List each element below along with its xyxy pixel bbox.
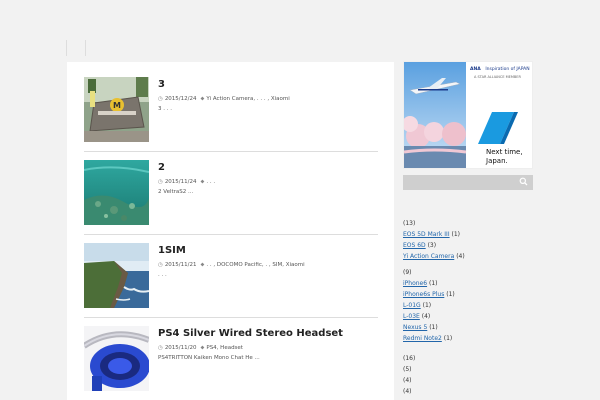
ad-headline-line: Next time, xyxy=(486,148,523,156)
category-count: (16) xyxy=(403,355,416,362)
post-tags[interactable]: Yi Action Camera, . . . , Xiaomi xyxy=(206,96,289,102)
category-widget: (9) iPhone6 (1) iPhone6s Plus (1) L-01G … xyxy=(403,267,455,344)
site-logo-area[interactable] xyxy=(66,40,86,56)
category-count: (4) xyxy=(421,313,431,320)
category-widget: (13) EOS 5D Mark III (1) EOS 6D (3) Yi A… xyxy=(403,218,465,262)
post-title[interactable]: 1SIM xyxy=(158,245,186,256)
category-link[interactable]: Yi Action Camera xyxy=(403,253,454,260)
category-count: (1) xyxy=(451,231,461,238)
category-count: (4) xyxy=(403,388,412,395)
ad-headline-line: Japan. xyxy=(486,157,508,165)
post-title[interactable]: 3 xyxy=(158,79,165,90)
post-excerpt: 2 VeltraS2 ... xyxy=(158,189,194,195)
tag-icon: ⬥ xyxy=(200,345,205,351)
post-tags[interactable]: PS4, Headset xyxy=(206,345,243,351)
category-link[interactable]: EOS 6D xyxy=(403,242,426,249)
clock-icon: ◷ xyxy=(158,179,163,185)
post-thumbnail[interactable] xyxy=(84,243,149,308)
category-parent[interactable]: (16) xyxy=(403,353,415,364)
category-item: L-01G (1) xyxy=(403,300,455,311)
category-item: L-03E (4) xyxy=(403,311,455,322)
post-title[interactable]: PS4 Silver Wired Stereo Headset xyxy=(158,328,343,339)
post-thumbnail[interactable]: M xyxy=(84,77,149,142)
post-meta: ◷ 2015/11/24 ⬥. . . xyxy=(158,179,215,186)
post-excerpt: . . . xyxy=(158,272,167,278)
divider xyxy=(84,151,378,152)
clock-icon: ◷ xyxy=(158,345,163,351)
category-parent[interactable]: (4) xyxy=(403,375,415,386)
post-date: 2015/11/24 xyxy=(164,179,197,185)
category-widget: (16) (5) (4) (4) xyxy=(403,353,415,397)
category-link[interactable]: EOS 5D Mark III xyxy=(403,231,450,238)
category-item: Nexus 5 (1) xyxy=(403,322,455,333)
post-meta: ◷ 2015/11/21 ⬥. . , DOCOMO Pacific, . , SI… xyxy=(158,262,305,269)
category-count: (3) xyxy=(427,242,437,249)
post-list: M 3 ◷ 2015/12/24 ⬥ Yi Action Camera, . . . … xyxy=(67,62,394,400)
category-count: (1) xyxy=(429,324,438,331)
tag-icon: ⬥ xyxy=(200,179,205,185)
post-date: 2015/11/20 xyxy=(164,345,197,351)
post-meta: ◷ 2015/11/20 ⬥ PS4, Headset xyxy=(158,345,243,352)
category-item: iPhone6s Plus (1) xyxy=(403,289,455,300)
post-date: 2015/11/21 xyxy=(164,262,197,268)
category-parent[interactable]: (4) xyxy=(403,386,415,397)
post-tags[interactable]: . . . xyxy=(206,179,215,185)
category-item: Yi Action Camera (4) xyxy=(403,251,465,262)
divider xyxy=(84,234,378,235)
ad-tagline: Inspiration of JAPAN xyxy=(485,67,530,72)
search-icon[interactable] xyxy=(518,177,529,188)
category-item: Redmi Note2 (1) xyxy=(403,333,455,344)
clock-icon: ◷ xyxy=(158,96,163,102)
tag-icon: ⬥ xyxy=(200,262,205,268)
category-count: (9) xyxy=(403,269,412,276)
category-link[interactable]: iPhone6 xyxy=(403,280,427,287)
clock-icon: ◷ xyxy=(158,262,163,268)
category-link[interactable]: L-01G xyxy=(403,302,421,309)
divider xyxy=(84,317,378,318)
post-thumbnail[interactable] xyxy=(84,326,149,391)
search-bar[interactable] xyxy=(403,175,533,190)
category-parent[interactable]: (5) xyxy=(403,364,415,375)
category-count: (1) xyxy=(446,291,455,298)
ad-brand: ANA Inspiration of JAPAN xyxy=(470,67,530,72)
category-count: (1) xyxy=(422,302,432,309)
category-item: EOS 6D (3) xyxy=(403,240,465,251)
ad-member: A STAR ALLIANCE MEMBER xyxy=(474,75,521,79)
post-thumbnail[interactable] xyxy=(84,160,149,225)
category-link[interactable]: L-03E xyxy=(403,313,420,320)
category-link[interactable]: Redmi Note2 xyxy=(403,335,442,342)
ana-logo-text: ANA xyxy=(470,67,481,72)
post-tags[interactable]: . . , DOCOMO Pacific, . , SIM, Xiaomi xyxy=(206,262,304,268)
tag-icon: ⬥ xyxy=(200,96,205,102)
post-title[interactable]: 2 xyxy=(158,162,165,173)
category-count: (4) xyxy=(456,253,465,260)
category-item: iPhone6 (1) xyxy=(403,278,455,289)
post-excerpt: PS4TRITTON Kaiken Mono Chat He ... xyxy=(158,355,260,361)
svg-text:M: M xyxy=(113,101,121,110)
post-meta: ◷ 2015/12/24 ⬥ Yi Action Camera, . . . , Xi… xyxy=(158,96,290,103)
category-link[interactable]: iPhone6s Plus xyxy=(403,291,444,298)
ad-banner[interactable]: ANA Inspiration of JAPAN A STAR ALLIANCE… xyxy=(403,61,533,169)
category-parent[interactable]: (9) xyxy=(403,267,455,278)
category-count: (1) xyxy=(443,335,453,342)
category-count: (4) xyxy=(403,377,412,384)
post-excerpt: 3 . . . xyxy=(158,106,172,112)
category-count: (1) xyxy=(429,280,438,287)
category-count: (5) xyxy=(403,366,412,373)
category-item: EOS 5D Mark III (1) xyxy=(403,229,465,240)
post-date: 2015/12/24 xyxy=(164,96,197,102)
category-link[interactable]: Nexus 5 xyxy=(403,324,427,331)
category-parent[interactable]: (13) xyxy=(403,218,465,229)
ad-headline: Next time, Japan. xyxy=(486,148,523,166)
category-count: (13) xyxy=(403,220,416,227)
